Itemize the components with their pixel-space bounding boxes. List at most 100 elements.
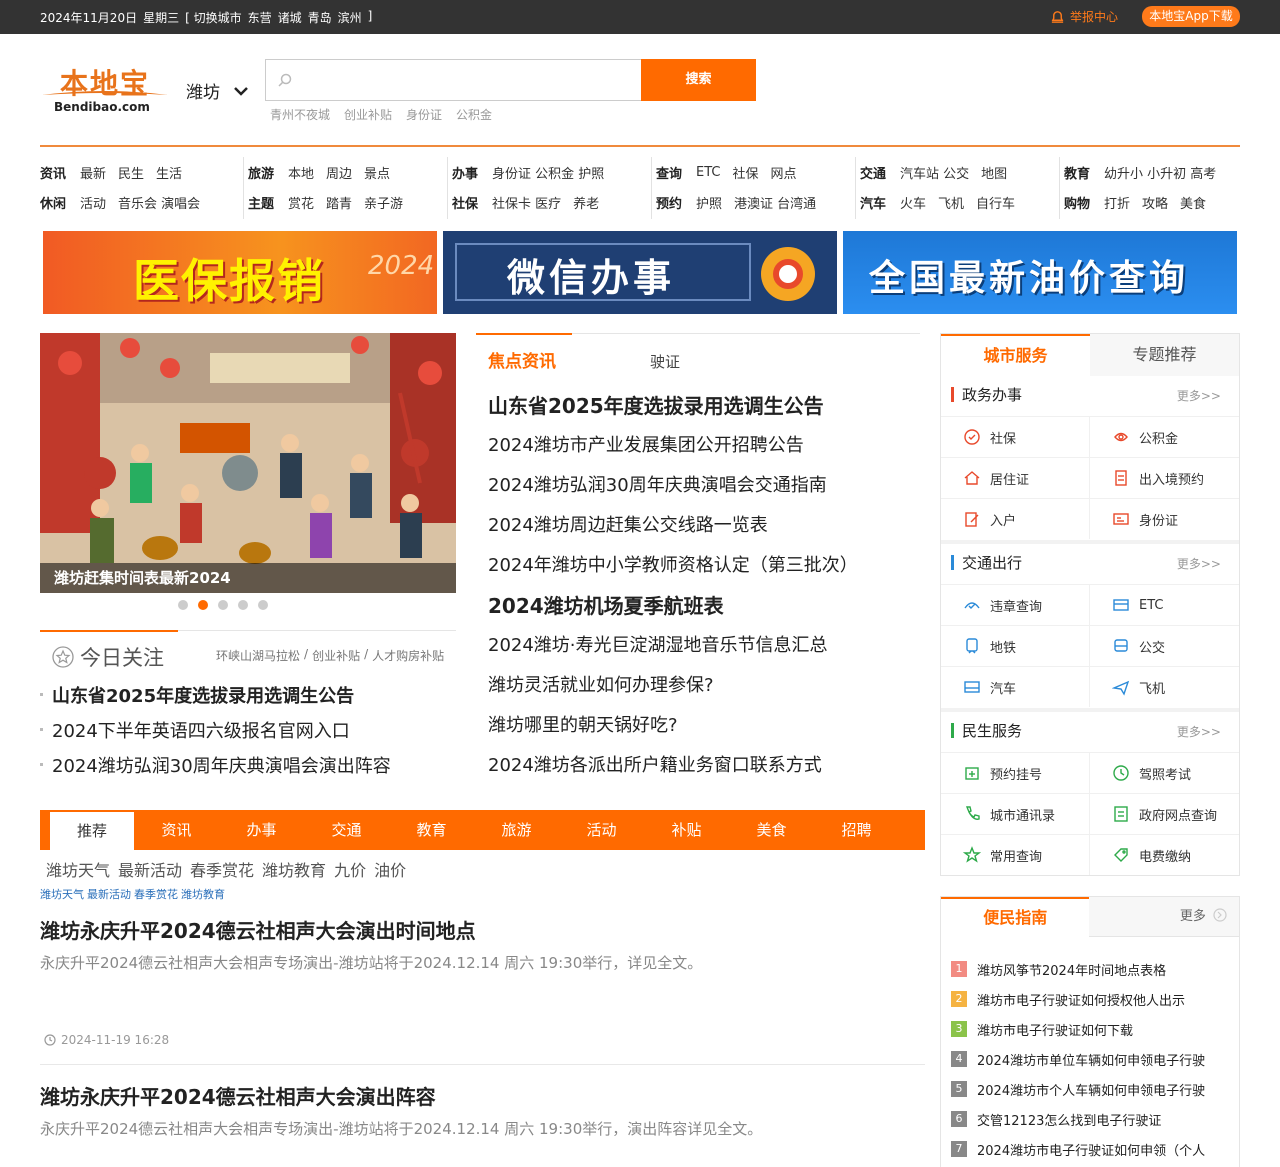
site-logo[interactable]: 本地宝 Bendibao.com bbox=[40, 62, 170, 120]
service-item[interactable]: 地铁 bbox=[941, 626, 1090, 666]
nav-link[interactable]: ETC bbox=[696, 165, 720, 180]
focus-news-link[interactable]: 2024潍坊市产业发展集团公开招聘公告 bbox=[488, 431, 928, 471]
guide-item-link[interactable]: 6 交管12123怎么找到电子行驶证 bbox=[951, 1104, 1205, 1134]
city-switch-link[interactable]: 滨州 bbox=[338, 9, 362, 26]
nav-category-heading[interactable]: 预约 bbox=[656, 193, 682, 212]
service-item[interactable]: 违章查询 bbox=[941, 585, 1090, 625]
guide-item-link[interactable]: 3 潍坊市电子行驶证如何下载 bbox=[951, 1014, 1205, 1044]
nav-category-heading[interactable]: 社保 bbox=[452, 193, 478, 212]
microtag-link[interactable]: 春季赏花 bbox=[134, 886, 178, 902]
today-item-link[interactable]: 2024潍坊弘润30周年庆典演唱会演出阵容 bbox=[40, 752, 391, 787]
nav-link[interactable]: 港澳证 台湾通 bbox=[734, 193, 816, 212]
slider-dot[interactable] bbox=[218, 600, 228, 610]
service-item[interactable]: 常用查询 bbox=[941, 835, 1090, 875]
tab-focus-news[interactable]: 焦点资讯 bbox=[488, 347, 556, 372]
article-2[interactable]: 潍坊永庆升平2024德云社相声大会演出阵容 永庆升平2024德云社相声大会相声专… bbox=[40, 1081, 925, 1139]
channel-tab[interactable]: 活动 bbox=[559, 810, 644, 850]
slider-dot[interactable] bbox=[258, 600, 268, 610]
guide-more-link[interactable]: 更多 bbox=[1089, 897, 1239, 936]
nav-link[interactable]: 音乐会 演唱会 bbox=[118, 193, 200, 212]
nav-link[interactable]: 周边 bbox=[326, 163, 352, 182]
nav-link[interactable]: 最新 bbox=[80, 163, 106, 182]
today-item-link[interactable]: 2024下半年英语四六级报名官网入口 bbox=[40, 717, 391, 752]
channel-tab[interactable]: 招聘 bbox=[814, 810, 899, 850]
tab-topic-recommend[interactable]: 专题推荐 bbox=[1090, 334, 1239, 376]
service-item[interactable]: 身份证 bbox=[1090, 499, 1239, 539]
nav-link[interactable]: 打折 bbox=[1104, 193, 1130, 212]
guide-item-link[interactable]: 7 2024潍坊市电子行驶证如何申领（个人 bbox=[951, 1134, 1205, 1164]
service-item[interactable]: 电费缴纳 bbox=[1090, 835, 1239, 875]
nav-link[interactable]: 自行车 bbox=[976, 193, 1015, 212]
nav-category-heading[interactable]: 购物 bbox=[1064, 193, 1090, 212]
nav-category-heading[interactable]: 交通 bbox=[860, 163, 886, 182]
focus-news-link[interactable]: 2024潍坊·寿光巨淀湖湿地音乐节信息汇总 bbox=[488, 631, 928, 671]
nav-link[interactable]: 护照 bbox=[696, 193, 722, 212]
subtag-link[interactable]: 潍坊教育 bbox=[262, 857, 326, 881]
image-slider[interactable]: 潍坊赶集时间表最新2024 bbox=[40, 333, 456, 593]
channel-tab[interactable]: 资讯 bbox=[134, 810, 219, 850]
nav-link[interactable]: 民生 bbox=[118, 163, 144, 182]
city-switch-link[interactable]: 东营 bbox=[248, 9, 272, 26]
service-item[interactable]: 公积金 bbox=[1090, 417, 1239, 457]
hot-word-link[interactable]: 青州不夜城 bbox=[270, 106, 330, 123]
article-title[interactable]: 潍坊永庆升平2024德云社相声大会演出时间地点 bbox=[40, 915, 925, 944]
nav-link[interactable]: 网点 bbox=[771, 163, 797, 182]
nav-link[interactable]: 景点 bbox=[364, 163, 390, 182]
search-input[interactable] bbox=[302, 68, 632, 92]
nav-category-heading[interactable]: 汽车 bbox=[860, 193, 886, 212]
microtag-link[interactable]: 潍坊教育 bbox=[181, 886, 225, 902]
service-item[interactable]: 飞机 bbox=[1090, 667, 1239, 707]
focus-news-link[interactable]: 山东省2025年度选拔录用选调生公告 bbox=[488, 391, 928, 431]
guide-item-link[interactable]: 2 潍坊市电子行驶证如何授权他人出示 bbox=[951, 984, 1205, 1014]
nav-category-heading[interactable]: 办事 bbox=[452, 163, 478, 182]
nav-category-heading[interactable]: 查询 bbox=[656, 163, 682, 182]
nav-link[interactable]: 亲子游 bbox=[364, 193, 403, 212]
focus-news-link[interactable]: 2024潍坊各派出所户籍业务窗口联系方式 bbox=[488, 751, 928, 791]
channel-tab[interactable]: 交通 bbox=[304, 810, 389, 850]
subtag-link[interactable]: 油价 bbox=[374, 857, 406, 881]
tab-convenience-guide[interactable]: 便民指南 bbox=[941, 897, 1090, 937]
nav-link[interactable]: 幼升小 小升初 高考 bbox=[1104, 163, 1216, 182]
channel-tab[interactable]: 办事 bbox=[219, 810, 304, 850]
service-item[interactable]: ETC bbox=[1090, 585, 1239, 625]
service-item[interactable]: 公交 bbox=[1090, 626, 1239, 666]
nav-category-heading[interactable]: 资讯 bbox=[40, 163, 66, 182]
slider-dot[interactable] bbox=[238, 600, 248, 610]
subtag-link[interactable]: 九价 bbox=[334, 857, 366, 881]
service-more-link[interactable]: 更多>> bbox=[1177, 723, 1221, 740]
today-item-link[interactable]: 山东省2025年度选拔录用选调生公告 bbox=[40, 682, 391, 717]
search-button[interactable]: 搜索 bbox=[641, 59, 756, 101]
nav-link[interactable]: 生活 bbox=[156, 163, 182, 182]
guide-item-link[interactable]: 1 潍坊风筝节2024年时间地点表格 bbox=[951, 954, 1205, 984]
channel-tab[interactable]: 旅游 bbox=[474, 810, 559, 850]
nav-category-heading[interactable]: 旅游 bbox=[248, 163, 274, 182]
nav-link[interactable]: 本地 bbox=[288, 163, 314, 182]
article-1[interactable]: 潍坊永庆升平2024德云社相声大会演出时间地点 永庆升平2024德云社相声大会相… bbox=[40, 915, 925, 1065]
hot-word-link[interactable]: 创业补贴 bbox=[344, 106, 392, 123]
hot-word-link[interactable]: 身份证 bbox=[406, 106, 442, 123]
subtag-link[interactable]: 最新活动 bbox=[118, 857, 182, 881]
banner-wechat-services[interactable]: 微信办事 bbox=[443, 231, 837, 314]
tab-driving-license[interactable]: 驶证 bbox=[650, 351, 680, 372]
banner-oil-price[interactable]: 全国最新油价查询 bbox=[843, 231, 1237, 314]
focus-news-link[interactable]: 2024潍坊周边赶集公交线路一览表 bbox=[488, 511, 928, 551]
slider-dot[interactable] bbox=[198, 600, 208, 610]
channel-tab[interactable]: 推荐 bbox=[50, 810, 134, 850]
hot-word-link[interactable]: 公积金 bbox=[456, 106, 492, 123]
app-download-button[interactable]: 本地宝App下载 bbox=[1142, 6, 1240, 27]
nav-link[interactable]: 攻略 bbox=[1142, 193, 1168, 212]
city-switch-link[interactable]: 青岛 bbox=[308, 9, 332, 26]
focus-news-link[interactable]: 潍坊哪里的朝天锅好吃? bbox=[488, 711, 928, 751]
service-item[interactable]: 出入境预约 bbox=[1090, 458, 1239, 498]
nav-link[interactable]: 踏青 bbox=[326, 193, 352, 212]
nav-category-heading[interactable]: 休闲 bbox=[40, 193, 66, 212]
nav-link[interactable]: 火车 bbox=[900, 193, 926, 212]
nav-link[interactable]: 汽车站 公交 bbox=[900, 163, 969, 182]
focus-news-link[interactable]: 2024潍坊弘润30周年庆典演唱会交通指南 bbox=[488, 471, 928, 511]
guide-item-link[interactable]: 5 2024潍坊市个人车辆如何申领电子行驶 bbox=[951, 1074, 1205, 1104]
service-item[interactable]: 汽车 bbox=[941, 667, 1090, 707]
channel-tab[interactable]: 美食 bbox=[729, 810, 814, 850]
focus-news-link[interactable]: 2024潍坊机场夏季航班表 bbox=[488, 591, 928, 631]
today-tag-link[interactable]: 环峡山湖马拉松 bbox=[216, 647, 300, 664]
subtag-link[interactable]: 春季赏花 bbox=[190, 857, 254, 881]
